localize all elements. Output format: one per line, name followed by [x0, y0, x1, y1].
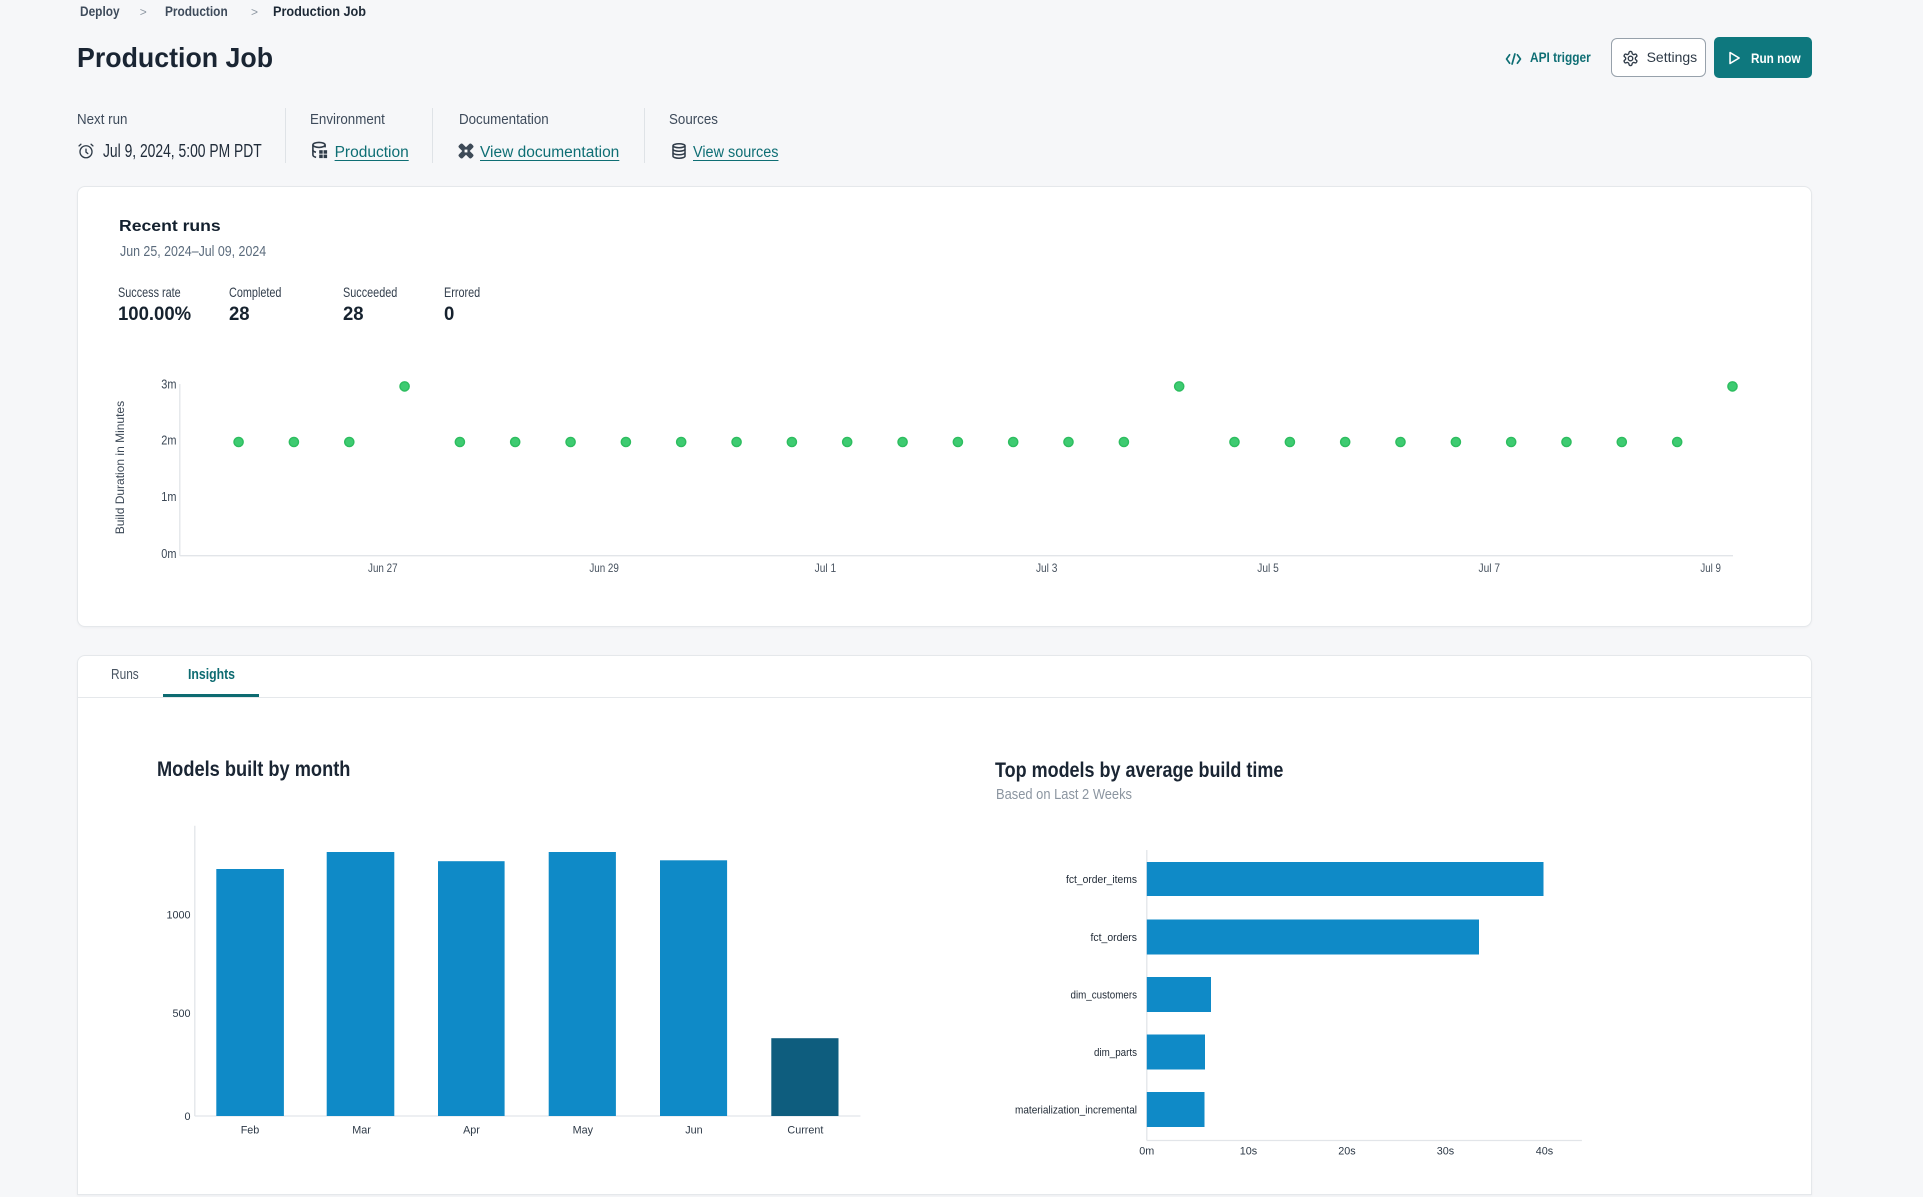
svg-text:Jun 27: Jun 27 — [368, 561, 398, 575]
svg-text:30s: 30s — [1437, 1145, 1455, 1157]
svg-text:dim_parts: dim_parts — [1094, 1047, 1137, 1059]
svg-text:Mar: Mar — [352, 1124, 371, 1136]
svg-text:Jul 9: Jul 9 — [1700, 561, 1721, 575]
svg-text:Feb: Feb — [241, 1124, 260, 1136]
svg-text:0: 0 — [184, 1111, 190, 1123]
svg-text:Jun: Jun — [685, 1124, 702, 1136]
svg-text:Apr: Apr — [463, 1124, 480, 1136]
svg-text:dim_customers: dim_customers — [1071, 990, 1138, 1002]
svg-text:Jul 3: Jul 3 — [1036, 561, 1058, 575]
svg-text:May: May — [573, 1124, 594, 1136]
svg-text:materialization_incremental: materialization_incremental — [1015, 1105, 1137, 1117]
svg-text:Jun 29: Jun 29 — [589, 561, 619, 575]
svg-text:10s: 10s — [1240, 1145, 1258, 1157]
svg-text:500: 500 — [172, 1008, 190, 1020]
svg-text:1m: 1m — [161, 489, 176, 504]
svg-text:Jul 1: Jul 1 — [815, 561, 837, 575]
svg-text:Build Duration in Minutes: Build Duration in Minutes — [113, 401, 127, 534]
svg-text:fct_order_items: fct_order_items — [1066, 874, 1137, 886]
svg-text:Jul 5: Jul 5 — [1257, 561, 1279, 575]
svg-text:0m: 0m — [161, 546, 176, 561]
svg-text:2m: 2m — [161, 433, 176, 448]
svg-text:20s: 20s — [1338, 1145, 1356, 1157]
svg-text:0m: 0m — [1139, 1145, 1154, 1157]
svg-text:3m: 3m — [161, 376, 176, 391]
svg-text:1000: 1000 — [166, 909, 190, 921]
svg-text:fct_orders: fct_orders — [1091, 932, 1138, 944]
svg-text:Jul 7: Jul 7 — [1479, 561, 1501, 575]
svg-text:Current: Current — [787, 1124, 823, 1136]
svg-text:40s: 40s — [1536, 1145, 1554, 1157]
